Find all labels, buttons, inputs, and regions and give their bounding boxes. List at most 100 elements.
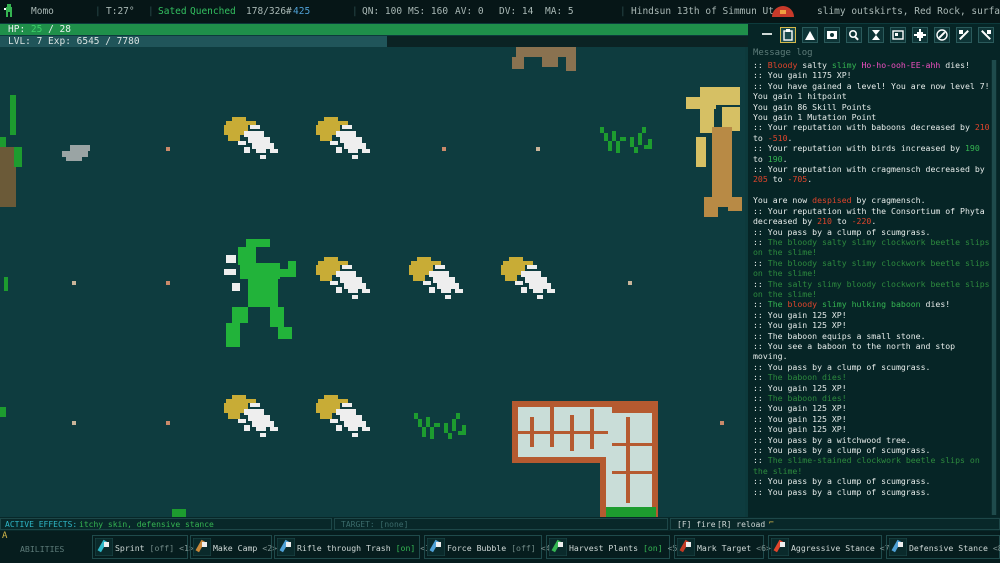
sun-dome-icon [770, 4, 796, 21]
log-line: :: You see a baboon to the north and sto… [753, 340, 961, 362]
ability-harvest-plants[interactable]: Harvest Plants [on] <5> [546, 535, 682, 559]
player-character-sprite[interactable] [224, 239, 296, 347]
ability-icon [770, 537, 790, 557]
player-avatar-icon [3, 4, 17, 21]
clockwork-beetle[interactable] [224, 395, 278, 437]
clockwork-beetle[interactable] [316, 257, 370, 299]
target-box[interactable]: TARGET: [none] [334, 518, 668, 530]
log-line: :: You gain 125 XP! [753, 413, 847, 424]
panel-toolbar [748, 24, 1000, 46]
player-name: Momo [31, 6, 54, 17]
message-log-scroll-thumb[interactable] [992, 60, 996, 515]
ability-icon [192, 537, 212, 557]
log-line: :: The baboon equips a small stone. [753, 330, 926, 341]
location: slimy outskirts, Red Rock, surface [817, 6, 1000, 17]
hourglass-icon[interactable] [868, 27, 884, 43]
game-date: Hindsun 13th of Simmun Ut [631, 6, 774, 17]
message-log[interactable]: :: Bloody salty slimy Ho-ho-ooh-EE-ahh d… [753, 60, 991, 515]
status-bar: Momo | T:27° | Sated Quenched 178/326# 4… [0, 0, 1000, 23]
stat-av: AV: 0 [455, 6, 484, 17]
collapse-icon[interactable] [760, 27, 776, 43]
log-line: You gain 1 Mutation Point [753, 112, 877, 123]
log-line: :: The baboon dies! [753, 372, 847, 383]
ability-mark-target[interactable]: Mark Target <6> [674, 535, 771, 559]
active-effects-text: itchy skin, defensive stance [79, 520, 214, 529]
ability-name: Mark Target [697, 543, 752, 553]
log-line: :: The bloody salty slimy clockwork beet… [753, 257, 990, 279]
ability-rifle-through-trash[interactable]: Rifle through Trash [on] <3> [274, 535, 435, 559]
map-icon[interactable] [890, 27, 906, 43]
stat-qn: QN: 100 [362, 6, 403, 17]
witchwood-tree-sprite [686, 87, 742, 217]
ground-dots [72, 147, 724, 425]
active-effects-label: ACTIVE EFFECTS: [5, 520, 78, 529]
stat-ms: MS: 160 [408, 6, 449, 17]
ability-state: [off] [149, 543, 175, 553]
ability-force-bubble[interactable]: Force Bubble [off] <4> [424, 535, 555, 559]
log-line: :: You gain 1175 XP! [753, 70, 852, 81]
log-line: :: The bloody salty slimy clockwork beet… [753, 236, 990, 258]
left-tree-sprite [0, 95, 22, 417]
hp-text: HP: 25 / 28 [8, 24, 71, 35]
terrain-icon[interactable] [802, 27, 818, 43]
log-line: :: Your reputation with cragmensch decre… [753, 164, 990, 185]
ability-icon [676, 537, 696, 557]
stat-ma: MA: 5 [545, 6, 574, 17]
ability-defensive-stance[interactable]: Defensive Stance <8> [886, 535, 1000, 559]
log-line: :: You gain 125 XP! [753, 382, 847, 393]
temperature: T:27° [106, 6, 135, 17]
log-line: :: Your reputation with the Consortium o… [753, 205, 990, 227]
abilities-label: ABILITIES [20, 544, 65, 554]
log-line: :: You pass by a clump of scumgrass. [753, 445, 931, 456]
ability-name: Aggressive Stance [791, 543, 875, 553]
hammer-icon[interactable] [978, 27, 994, 43]
ability-state: [off] [511, 543, 536, 553]
fire-reload-box: [F] fire [R] reload ⌐ [670, 518, 1000, 530]
message-log-icon[interactable] [780, 27, 796, 43]
message-log-title: Message log [753, 48, 813, 58]
hotkey-a-icon: A [2, 531, 8, 541]
abilities-bar: A ABILITIES Sprint [off] <1> Make Camp <2… [0, 531, 1000, 563]
clockwork-beetle[interactable] [409, 257, 463, 299]
active-effects-box: ACTIVE EFFECTS: itchy skin, defensive st… [0, 518, 332, 530]
small-stone-sprite [62, 145, 90, 161]
bow-icon: ⌐ [769, 518, 774, 527]
top-rock-sprite [512, 47, 576, 71]
ability-icon [548, 537, 568, 557]
log-line: :: You have gained a level! You are now … [753, 80, 990, 91]
rock-worm-sprite [512, 401, 658, 517]
ability-sprint[interactable]: Sprint [off] <1> [92, 535, 194, 559]
log-line: :: The bloody slimy hulking baboon dies! [753, 299, 951, 310]
ability-aggressive-stance[interactable]: Aggressive Stance <7> [768, 535, 895, 559]
equipment-icon[interactable] [824, 27, 840, 43]
log-line: :: Your reputation with baboons decrease… [753, 122, 990, 143]
clockwork-beetle[interactable] [501, 257, 555, 299]
stat-dv: DV: 14 [499, 6, 534, 17]
clockwork-beetle[interactable] [316, 395, 370, 437]
log-line: :: You pass by a clump of scumgrass. [753, 226, 931, 237]
level-xp-text: LVL: 7 Exp: 6545 / 7780 [8, 36, 140, 47]
compass-icon[interactable] [934, 27, 950, 43]
log-line: :: The salty slimy bloody clockwork beet… [753, 278, 990, 299]
fire-button[interactable]: [F] fire [677, 520, 716, 529]
log-line: :: Your reputation with birds increased … [753, 143, 985, 164]
log-line: :: You gain 125 XP! [753, 320, 847, 331]
log-line: :: You pass by a clump of scumgrass. [753, 361, 931, 372]
log-line: :: You pass by a clump of scumgrass. [753, 486, 931, 497]
ability-make-camp[interactable]: Make Camp <2> [190, 535, 277, 559]
status-quenched: Quenched [190, 6, 236, 17]
ability-name: Sprint [115, 543, 145, 553]
reload-button[interactable]: [R] reload [717, 520, 765, 529]
clockwork-beetle[interactable] [316, 117, 370, 159]
clockwork-beetle[interactable] [224, 117, 278, 159]
money: 425 [293, 6, 311, 17]
sparkle-icon[interactable] [912, 27, 928, 43]
game-map[interactable] [0, 47, 745, 517]
ability-icon [276, 537, 296, 557]
ability-name: Rifle through Trash [297, 543, 391, 553]
log-line: :: Bloody salty slimy Ho-ho-ooh-EE-ahh d… [753, 60, 970, 70]
ability-name: Defensive Stance [909, 543, 988, 553]
tools-icon[interactable] [956, 27, 972, 43]
search-icon[interactable] [846, 27, 862, 43]
